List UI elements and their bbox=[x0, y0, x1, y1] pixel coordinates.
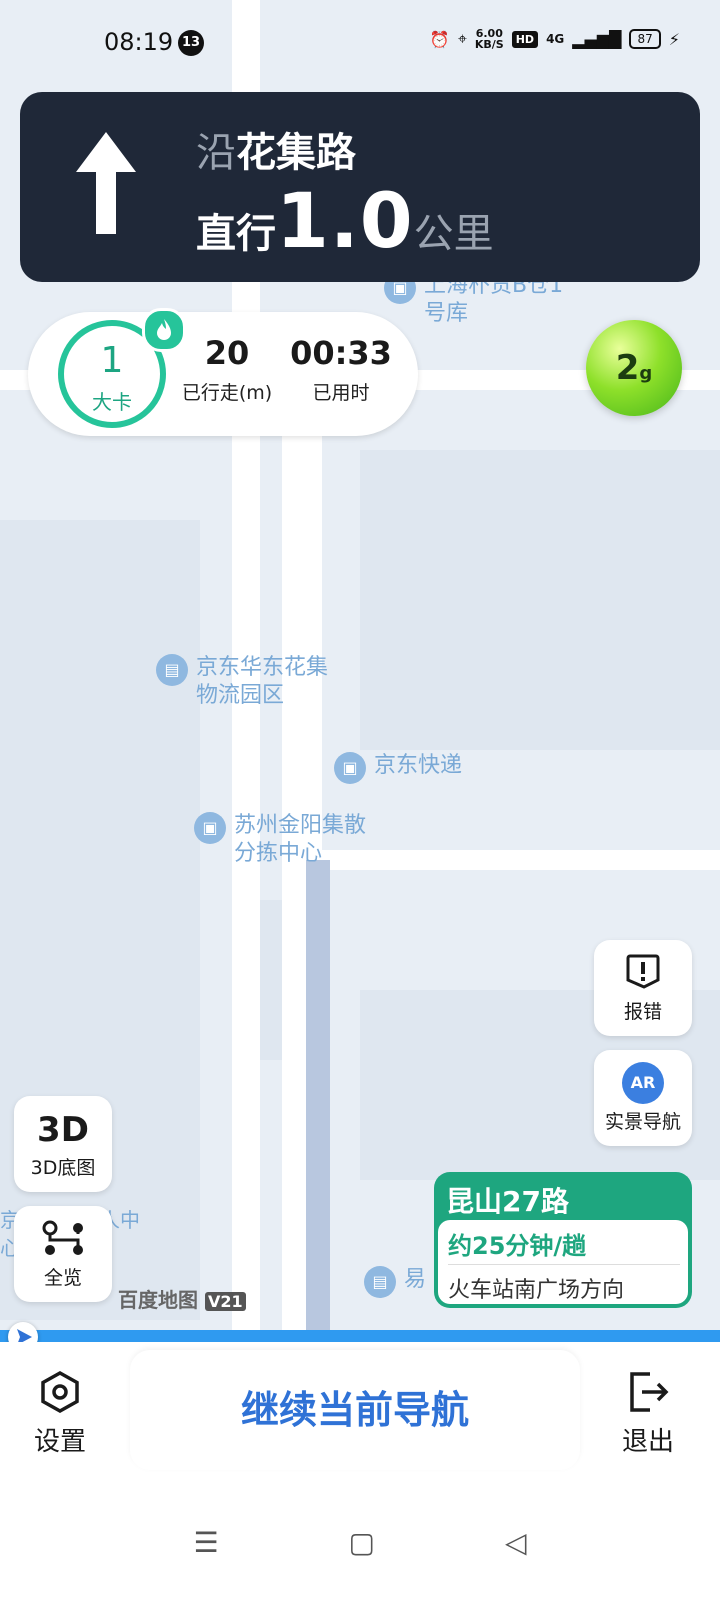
poi-label: 易 bbox=[404, 1267, 427, 1292]
truck-icon: ▣ bbox=[334, 752, 366, 784]
poi-yi[interactable]: ▤ 易 bbox=[364, 1266, 426, 1298]
exit-icon bbox=[630, 1372, 669, 1412]
signal-icon: ▂▄▆█ bbox=[572, 29, 622, 49]
road-name: 花集路 bbox=[236, 130, 356, 176]
hd-icon: HD bbox=[511, 30, 539, 48]
elapsed-time: 00:33 已用时 bbox=[286, 334, 396, 405]
exit-button[interactable]: 退出 bbox=[598, 1370, 698, 1458]
route-overview-icon bbox=[42, 1220, 83, 1255]
traveled-distance: 20 已行走(m) bbox=[172, 334, 282, 405]
bus-direction: 火车站南广场方向 bbox=[448, 1278, 625, 1303]
report-label: 报错 bbox=[623, 1001, 662, 1023]
battery-icon: 87 bbox=[629, 29, 661, 49]
distance-unit: 公里 bbox=[413, 211, 494, 257]
ar-icon: AR bbox=[622, 1062, 664, 1104]
charging-icon: ⚡ bbox=[668, 29, 680, 49]
vehicle-type-label: 大卡 bbox=[92, 390, 132, 414]
bus-route-card[interactable]: 昆山27路 约25分钟/趟 火车站南广场方向 bbox=[434, 1172, 692, 1308]
navigation-panel[interactable]: 沿花集路 直行1.0公里 bbox=[20, 92, 700, 282]
route-progress-bar bbox=[0, 1330, 720, 1342]
report-error-button[interactable]: 报错 bbox=[594, 940, 692, 1036]
road-prefix: 沿 bbox=[196, 130, 236, 176]
poi-label: 京东快递 bbox=[374, 753, 463, 778]
poi-label: 苏州金阳集散分拣中心 bbox=[234, 813, 367, 866]
bus-info: 约25分钟/趟 火车站南广场方向 bbox=[438, 1220, 688, 1304]
bottom-bar: 设置 继续当前导航 退出 ☰ ▢ ◁ bbox=[0, 1342, 720, 1600]
poi-logistics-park[interactable]: ▤ 京东华东花集物流园区 bbox=[156, 654, 346, 710]
distance-traveled-label: 已行走(m) bbox=[181, 382, 273, 404]
overview-button[interactable]: 全览 bbox=[14, 1206, 112, 1302]
building-icon: ▤ bbox=[156, 654, 188, 686]
action-text: 直行 bbox=[196, 211, 276, 257]
map-block bbox=[360, 450, 720, 750]
elapsed-time-value: 00:33 bbox=[290, 334, 392, 372]
overview-label: 全览 bbox=[43, 1267, 82, 1289]
speed-dial[interactable]: 1 大卡 bbox=[38, 308, 186, 436]
poi-jd-express[interactable]: ▣ 京东快递 bbox=[334, 752, 462, 784]
settings-button[interactable]: 设置 bbox=[10, 1370, 110, 1458]
location-icon: ⌖ bbox=[457, 29, 467, 48]
bus-route-name: 昆山27路 bbox=[446, 1185, 569, 1218]
back-icon[interactable]: ◁ bbox=[505, 1526, 527, 1559]
route-line bbox=[306, 860, 330, 1380]
straight-arrow-icon bbox=[76, 132, 136, 234]
eco-unit: g bbox=[639, 363, 653, 384]
logo-version: V21 bbox=[204, 1292, 246, 1311]
settings-icon bbox=[41, 1370, 79, 1414]
bus-frequency: 约25分钟/趟 bbox=[448, 1232, 587, 1260]
poi-sorting-center[interactable]: ▣ 苏州金阳集散分拣中心 bbox=[194, 812, 384, 868]
menu-icon[interactable]: ☰ bbox=[193, 1526, 218, 1559]
system-nav-bar: ☰ ▢ ◁ bbox=[0, 1492, 720, 1592]
3d-icon: 3D bbox=[37, 1110, 89, 1150]
road-instruction: 沿花集路 bbox=[196, 120, 356, 178]
distance-instruction: 直行1.0公里 bbox=[196, 176, 494, 265]
continue-navigation-button[interactable]: 继续当前导航 bbox=[130, 1350, 580, 1470]
truck-icon: ▣ bbox=[194, 812, 226, 844]
net-speed: 6.00 KB/S bbox=[474, 27, 504, 51]
ar-navigation-button[interactable]: AR 实景导航 bbox=[594, 1050, 692, 1146]
distance-value: 1.0 bbox=[276, 176, 414, 265]
3d-label: 3D底图 bbox=[30, 1157, 96, 1179]
divider bbox=[448, 1264, 680, 1265]
elapsed-time-label: 已用时 bbox=[312, 382, 370, 404]
trip-stats: 1 大卡 20 已行走(m) 00:33 已用时 bbox=[28, 308, 418, 436]
clock: 08:19 bbox=[104, 28, 174, 56]
logo-name: 百度地图 bbox=[118, 1288, 198, 1312]
status-bar: 08:19 13 ⏰ ⌖ 6.00 KB/S HD 4G ▂▄▆█ 87 ⚡ bbox=[0, 0, 720, 88]
building-icon: ▤ bbox=[364, 1266, 396, 1298]
eco-carbon-ball[interactable]: 2g bbox=[586, 320, 682, 416]
map-logo: 百度地图 V21 bbox=[118, 1284, 246, 1313]
network-type: 4G bbox=[546, 32, 565, 46]
settings-label: 设置 bbox=[33, 1427, 86, 1457]
3d-map-button[interactable]: 3D 3D底图 bbox=[14, 1096, 112, 1192]
report-icon bbox=[626, 954, 660, 989]
eco-value: 2 bbox=[615, 348, 640, 388]
alarm-icon: ⏰ bbox=[429, 29, 450, 49]
exit-label: 退出 bbox=[621, 1427, 674, 1457]
map-block bbox=[0, 520, 200, 1320]
distance-traveled-value: 20 bbox=[204, 334, 250, 372]
notification-badge: 13 bbox=[178, 30, 204, 56]
status-icons: ⏰ ⌖ 6.00 KB/S HD 4G ▂▄▆█ 87 ⚡ bbox=[430, 28, 680, 50]
poi-label: 京东华东花集物流园区 bbox=[196, 655, 329, 708]
ar-label: 实景导航 bbox=[604, 1111, 681, 1133]
home-icon[interactable]: ▢ bbox=[349, 1526, 375, 1559]
